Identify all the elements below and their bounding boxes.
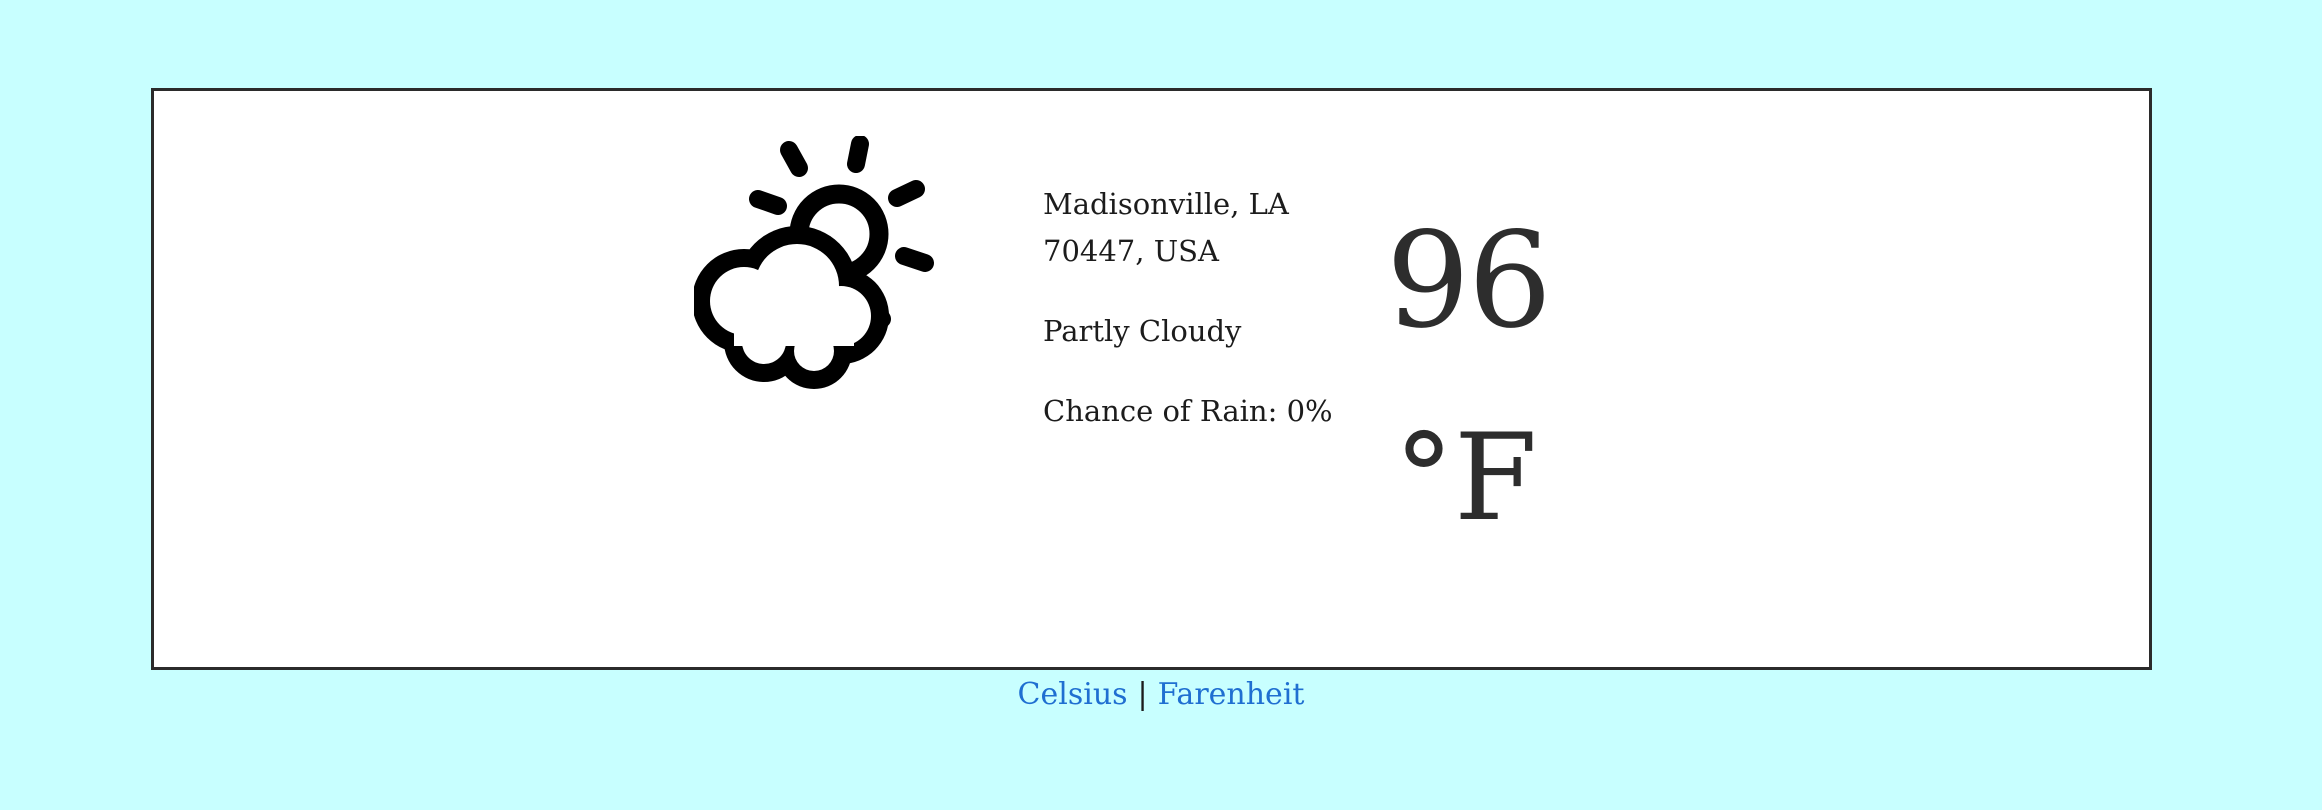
location-line-2: 70447, USA xyxy=(1043,234,1219,268)
weather-card: Madisonville, LA 70447, USA Partly Cloud… xyxy=(151,88,2152,670)
fahrenheit-link[interactable]: Farenheit xyxy=(1158,677,1305,712)
unit-separator: | xyxy=(1137,677,1148,712)
partly-cloudy-icon xyxy=(694,136,934,389)
temperature-unit: °F xyxy=(1394,409,1538,548)
temperature-value: 96 xyxy=(1386,204,1552,358)
celsius-link[interactable]: Celsius xyxy=(1018,677,1128,712)
weather-info: Madisonville, LA 70447, USA Partly Cloud… xyxy=(1043,181,1373,435)
weather-condition: Partly Cloudy xyxy=(1043,314,1242,348)
chance-of-rain: Chance of Rain: 0% xyxy=(1043,394,1333,428)
location-line-1: Madisonville, LA xyxy=(1043,187,1289,221)
unit-toggle: Celsius | Farenheit xyxy=(0,675,2322,715)
